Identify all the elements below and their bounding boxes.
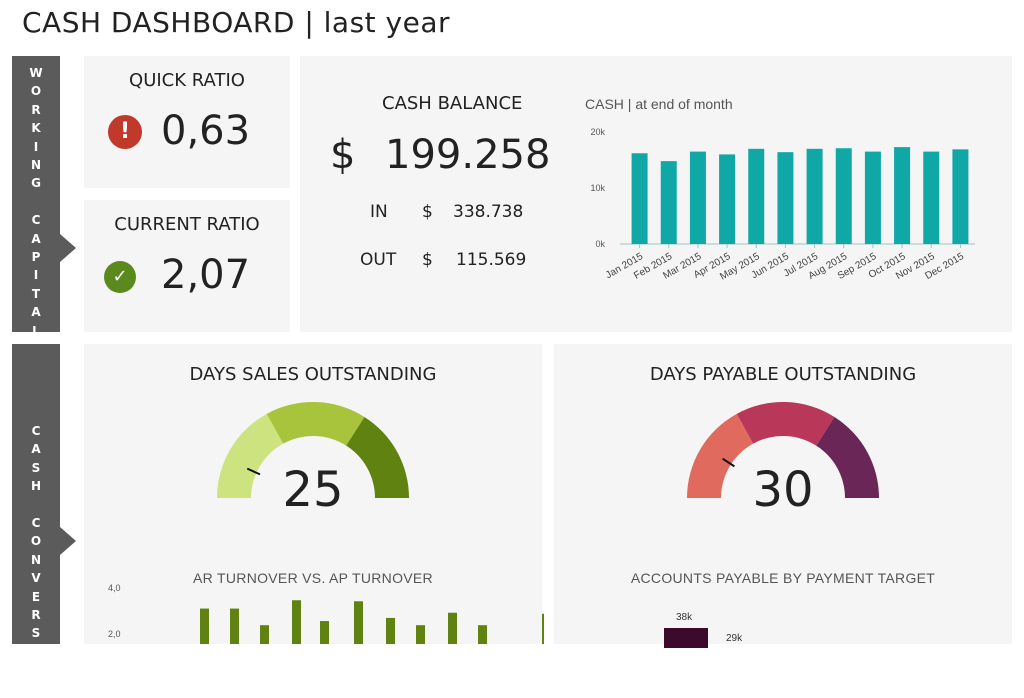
y-tick-label: 0k [595, 239, 605, 249]
bar [748, 148, 765, 244]
cash-out-currency: $ [422, 250, 433, 270]
dso-title: DAYS SALES OUTSTANDING [189, 364, 437, 385]
section-arrow [60, 527, 76, 555]
section-label-letter: S [31, 460, 41, 475]
cash-out-label: OUT [360, 250, 397, 270]
section-label-working-capital: WORKING CAPITAL [12, 64, 60, 340]
current-ratio-card: CURRENT RATIO ✓ 2,07 [84, 200, 290, 332]
check-icon: ✓ [104, 261, 136, 293]
section-label-letter: N [30, 552, 42, 567]
bar [806, 148, 823, 244]
bar [689, 151, 706, 244]
dpo-card: DAYS PAYABLE OUTSTANDING 30 ACCOUNTS PAY… [554, 344, 1012, 648]
payable-label-second: 29k [726, 633, 743, 644]
dso-value: 25 [282, 462, 344, 518]
cash-in-currency: $ [422, 202, 433, 222]
exclamation-icon: ! [108, 115, 142, 149]
bar [260, 625, 269, 644]
bar [354, 601, 363, 644]
turnover-ytick-mid: 2,0 [108, 629, 121, 639]
cash-balance-value: 199.258 [385, 132, 551, 178]
cash-in-value: 338.738 [453, 202, 524, 222]
section-label-letter [12, 496, 60, 514]
cash-balance-card: CASH BALANCE $ 199.258 IN $ 338.738 OUT … [300, 56, 1012, 332]
section-label-letter [12, 193, 60, 211]
bar [777, 152, 794, 244]
payable-bar [664, 628, 708, 648]
section-label-letter: P [31, 250, 41, 265]
bar [864, 151, 881, 244]
y-tick-label: 20k [590, 127, 605, 137]
dpo-value: 30 [752, 462, 814, 518]
bar [719, 154, 736, 244]
section-label-cash-conversion: CASH CONVERSION [12, 422, 60, 698]
section-label-letter: A [31, 442, 41, 457]
bar [478, 625, 487, 644]
section-label-letter: V [31, 571, 41, 586]
section-label-letter: N [30, 681, 42, 696]
gauge-segment [736, 402, 835, 446]
bar [230, 608, 239, 644]
bar [448, 612, 457, 644]
section-label-letter: R [31, 608, 41, 623]
section-arrow [60, 234, 76, 262]
section-label-letter: S [31, 626, 41, 641]
bar [416, 625, 425, 644]
section-label-letter: A [31, 231, 41, 246]
quick-ratio-card: QUICK RATIO ! 0,63 [84, 56, 290, 188]
section-label-letter: K [31, 121, 41, 136]
section-label-letter: I [33, 139, 39, 154]
dpo-title: DAYS PAYABLE OUTSTANDING [649, 364, 917, 385]
section-band-cash-conversion: CASH CONVERSION [12, 344, 76, 696]
bar [292, 600, 301, 644]
section-label-letter: O [30, 663, 42, 678]
section-label-letter: A [31, 305, 41, 320]
section-label-letter: C [31, 516, 41, 531]
cash-chart-title: CASH | at end of month [585, 96, 733, 112]
bar [835, 148, 852, 244]
section-label-letter: G [31, 176, 41, 191]
cash-balance-currency: $ [330, 132, 356, 178]
cash-balance-title: CASH BALANCE [382, 93, 523, 114]
current-ratio-value: 2,07 [161, 252, 251, 298]
payable-label-first: 38k [676, 612, 693, 623]
bar [894, 147, 911, 244]
cash-out-value: 115.569 [456, 250, 527, 270]
turnover-bar-chart [200, 600, 544, 644]
bar [660, 161, 677, 244]
payable-chart-title: ACCOUNTS PAYABLE BY PAYMENT TARGET [630, 570, 936, 586]
page-title: CASH DASHBOARD | last year [22, 6, 451, 39]
section-label-letter: H [30, 479, 42, 494]
bar [386, 617, 395, 644]
section-label-letter: C [31, 424, 41, 438]
current-ratio-title: CURRENT RATIO [114, 214, 260, 235]
bar [631, 153, 648, 244]
section-label-letter: C [31, 213, 41, 228]
y-tick-label: 10k [590, 183, 605, 193]
dso-card: DAYS SALES OUTSTANDING 25 AR TURNOVER VS… [84, 344, 544, 644]
gauge-segment [266, 402, 365, 446]
bar [200, 608, 209, 644]
section-label-letter: O [30, 534, 42, 549]
quick-ratio-title: QUICK RATIO [129, 70, 245, 91]
section-label-letter: L [32, 323, 40, 338]
bar [320, 621, 329, 644]
section-band-working-capital: WORKING CAPITAL [12, 56, 76, 338]
cash-bar-chart: 0k10k20kJan 2015Feb 2015Mar 2015Apr 2015… [590, 127, 975, 283]
section-label-letter: O [30, 84, 42, 99]
section-label-letter: T [31, 286, 41, 301]
section-label-letter: R [31, 102, 41, 117]
section-label-letter: N [30, 158, 42, 173]
cash-in-label: IN [370, 202, 388, 222]
bar [542, 613, 544, 644]
bar [952, 149, 969, 244]
section-label-letter: I [33, 644, 39, 659]
section-label-letter: W [29, 66, 43, 80]
turnover-ytick-top: 4,0 [108, 583, 121, 593]
bar [923, 151, 940, 244]
section-label-letter: I [33, 268, 39, 283]
quick-ratio-value: 0,63 [161, 108, 251, 154]
section-label-letter: E [31, 589, 41, 604]
